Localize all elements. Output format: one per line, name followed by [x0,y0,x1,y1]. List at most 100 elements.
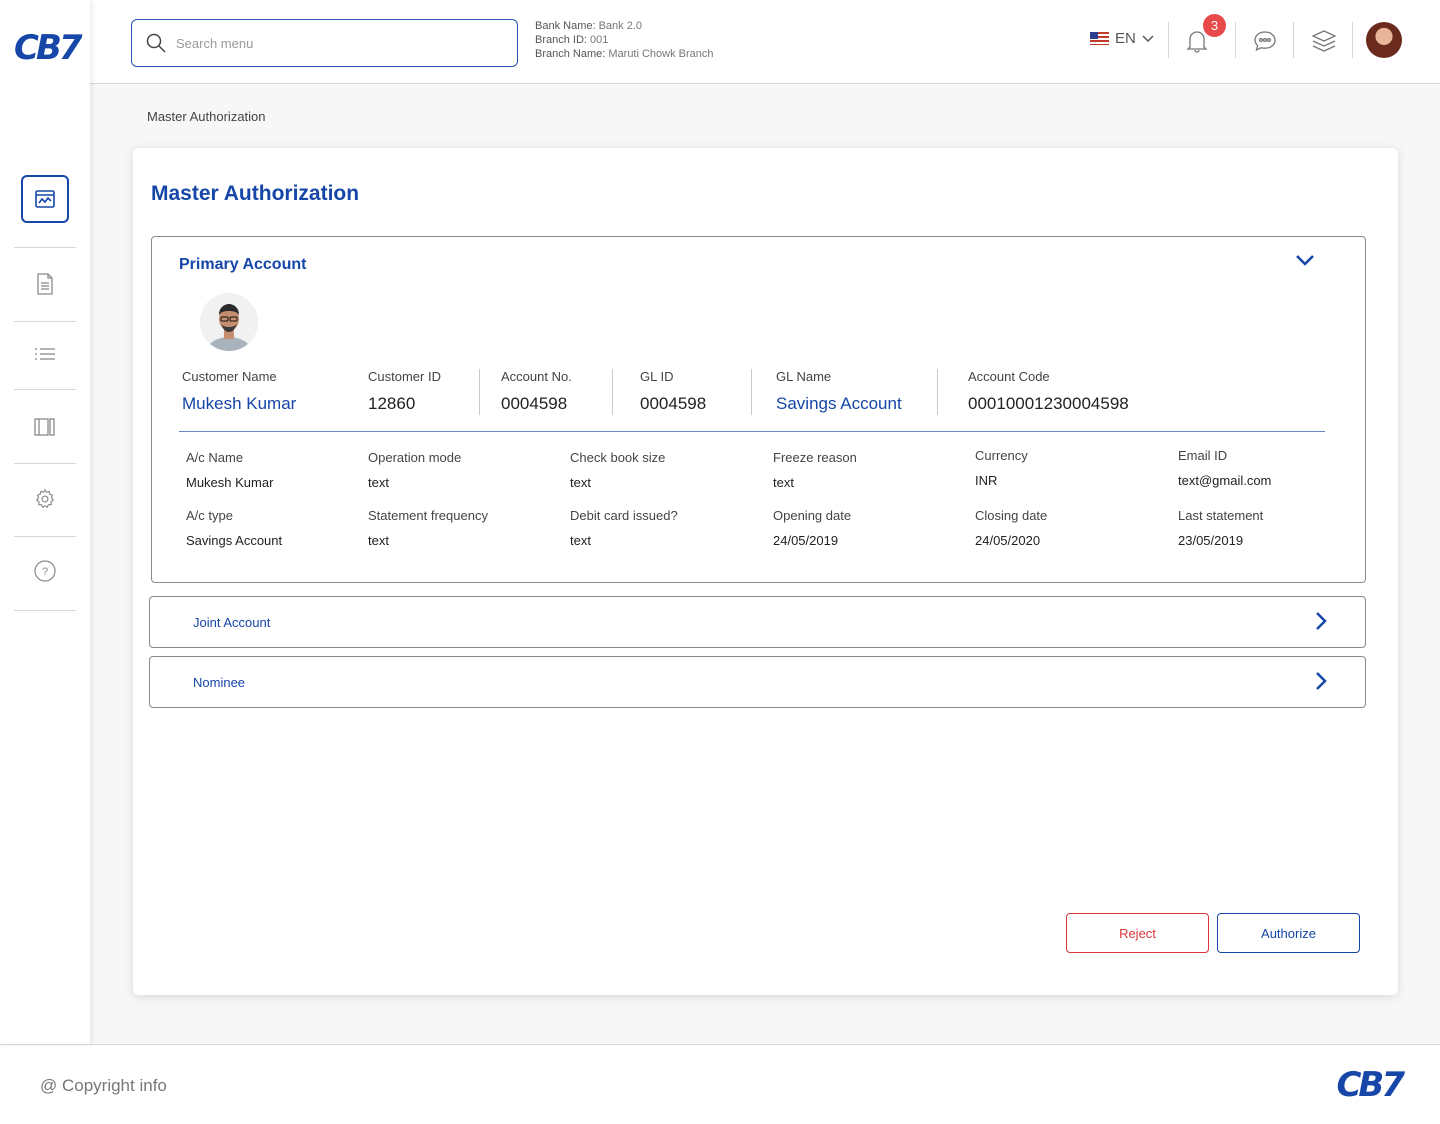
field-value: 0004598 [501,394,568,413]
field-label: GL ID [640,369,674,384]
help-icon: ? [34,560,56,582]
section-divider [179,431,1325,432]
customer-name-field: Customer Name Mukesh Kumar [182,369,296,414]
chevron-right-icon [1316,672,1327,690]
gl-id-field: GL ID 0004598 [640,369,706,414]
list-icon [35,348,55,360]
page-title: Master Authorization [151,182,360,205]
header-divider [1293,22,1294,58]
field-label: Operation mode [368,450,462,465]
branch-name: Maruti Chowk Branch [608,48,714,60]
currency-field: Currency INR [975,448,1028,488]
bank-name-label: Bank Name: [535,20,596,32]
customer-id-field: Customer ID 12860 [368,369,441,414]
sidebar-item-list[interactable] [14,344,76,364]
language-selector[interactable]: EN [1090,30,1154,47]
dashboard-icon [35,190,55,208]
field-label: Email ID [1178,448,1228,463]
search-box[interactable] [131,19,518,67]
check-book-size-field: Check book size text [570,450,665,490]
field-value: text [368,533,389,548]
search-input[interactable] [176,35,476,51]
svg-text:?: ? [42,566,48,578]
header-divider [1235,22,1236,58]
expand-joint-account[interactable] [1315,611,1327,636]
authorize-button[interactable]: Authorize [1217,913,1360,953]
field-value: text [570,533,591,548]
chat-icon [1254,31,1276,52]
field-value: 23/05/2019 [1178,533,1244,548]
sidebar-divider [14,536,76,537]
bank-name: Bank 2.0 [598,20,643,32]
sidebar-divider [14,321,76,322]
sidebar-divider [14,247,76,248]
us-flag-icon [1090,32,1109,45]
field-label: Debit card issued? [570,508,678,523]
branch-name-label: Branch Name: [535,48,606,60]
chevron-down-icon [1296,255,1314,266]
sidebar-divider [14,610,76,611]
ac-type-field: A/c type Savings Account [186,508,282,548]
field-label: Freeze reason [773,450,857,465]
copyright-text: @ Copyright info [40,1076,167,1095]
user-avatar[interactable] [1366,22,1402,58]
summary-divider [937,369,938,415]
notification-badge: 3 [1203,14,1226,37]
breadcrumb: Master Authorization [147,109,266,124]
sidebar-item-help[interactable]: ? [14,559,76,583]
field-label: Last statement [1178,508,1264,523]
field-label: Account Code [968,369,1050,384]
gear-icon [35,488,55,509]
field-value: 0004598 [640,394,707,413]
primary-account-panel: Primary Account Customer Name Mukesh Kum… [151,236,1366,583]
email-id-field: Email ID text@gmail.com [1178,448,1271,488]
ac-name-field: A/c Name Mukesh Kumar [186,450,273,490]
layers-button[interactable] [1309,26,1339,56]
debit-card-issued-field: Debit card issued? text [570,508,678,548]
branch-id-label: Branch ID: [535,34,587,46]
columns-icon [34,418,55,436]
sidebar-item-documents[interactable] [14,272,76,296]
sidebar: CB7 ? [0,0,90,1044]
sidebar-item-settings[interactable] [14,487,76,511]
joint-account-row[interactable]: Joint Account [149,596,1366,648]
sidebar-item-dashboard[interactable] [21,175,69,223]
account-no-field: Account No. 0004598 [501,369,572,414]
gl-name-field: GL Name Savings Account [776,369,902,414]
branch-id: 001 [590,34,609,46]
field-label: Opening date [773,508,852,523]
chat-button[interactable] [1250,26,1280,56]
primary-account-title: Primary Account [179,256,307,273]
field-value: text [773,475,794,490]
field-label: A/c Name [186,450,244,465]
footer: @ Copyright info CB7 [0,1044,1440,1124]
document-icon [37,273,53,295]
field-value: Mukesh Kumar [186,475,274,490]
customer-avatar-icon [200,293,258,351]
sidebar-item-columns[interactable] [14,416,76,438]
closing-date-field: Closing date 24/05/2020 [975,508,1047,548]
field-value: 24/05/2020 [975,533,1041,548]
field-value: INR [975,473,998,488]
field-value: 12860 [368,394,416,413]
field-value: 00010001230004598 [968,394,1129,413]
field-label: Closing date [975,508,1048,523]
account-code-field: Account Code 00010001230004598 [968,369,1129,414]
field-value: 24/05/2019 [773,533,839,548]
last-statement-field: Last statement 23/05/2019 [1178,508,1263,548]
field-label: Check book size [570,450,666,465]
master-authorization-card: Master Authorization Primary Account Cus… [133,148,1398,995]
sidebar-divider [14,389,76,390]
field-label: Customer ID [368,369,441,384]
field-value: text [368,475,389,490]
nominee-row[interactable]: Nominee [149,656,1366,708]
freeze-reason-field: Freeze reason text [773,450,857,490]
bank-info: Bank Name: Bank 2.0 Branch ID: 001 Branc… [535,19,714,61]
layers-icon [1312,30,1336,52]
reject-button[interactable]: Reject [1066,913,1209,953]
field-value: text [570,475,591,490]
chevron-right-icon [1316,612,1327,630]
expand-nominee[interactable] [1315,671,1327,696]
joint-account-label: Joint Account [193,615,271,630]
collapse-button[interactable] [1295,253,1315,271]
